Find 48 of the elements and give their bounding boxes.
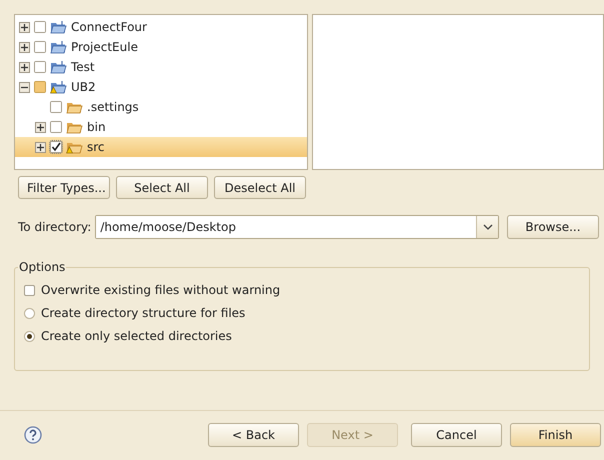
dropdown-button[interactable] (476, 216, 498, 238)
option-label: Create directory structure for files (41, 305, 246, 322)
tree-row[interactable]: ProjectEule (15, 37, 307, 57)
browse-button[interactable]: Browse... (507, 215, 599, 239)
tree-checkbox[interactable] (50, 101, 62, 113)
wizard-button[interactable]: Finish (510, 422, 601, 446)
tree-label: bin (87, 119, 106, 136)
expand-icon[interactable] (19, 62, 30, 72)
tree-row[interactable]: .settings (15, 97, 307, 117)
tree-checkbox[interactable] (34, 21, 46, 33)
expand-icon[interactable] (19, 42, 30, 52)
wizard-button[interactable]: Cancel (411, 422, 502, 446)
selection-button[interactable]: Filter Types... (18, 176, 110, 199)
radio-option[interactable]: Create only selected directories (24, 328, 589, 344)
option-label: Create only selected directories (41, 328, 232, 345)
option-label: Overwrite existing files without warning (41, 282, 280, 299)
tree-checkbox[interactable] (50, 141, 62, 153)
tree-label: Test (71, 59, 95, 76)
collapse-icon[interactable] (19, 82, 30, 92)
wizard-button[interactable]: < Back (208, 422, 299, 446)
radio-button[interactable] (24, 330, 35, 342)
tree-row[interactable]: bin (15, 117, 307, 137)
tree-checkbox[interactable] (50, 121, 62, 133)
checkbox-option[interactable]: Overwrite existing files without warning (24, 282, 589, 298)
expand-icon[interactable] (35, 122, 46, 132)
tree-row[interactable]: ConnectFour (15, 17, 307, 37)
tree-checkbox[interactable] (34, 81, 46, 93)
selection-button[interactable]: Select All (116, 176, 208, 199)
expand-icon[interactable] (19, 22, 30, 32)
radio-option[interactable]: Create directory structure for files (24, 305, 589, 321)
tree-label: UB2 (71, 79, 96, 96)
tree-label: .settings (87, 99, 139, 116)
expand-icon[interactable] (35, 142, 46, 152)
tree-row[interactable]: src (15, 137, 307, 157)
tree-checkbox[interactable] (34, 61, 46, 73)
directory-label: To directory: (18, 219, 92, 236)
tree-row[interactable]: UB2 (15, 77, 307, 97)
tree-label: ConnectFour (71, 19, 147, 36)
checkbox[interactable] (24, 284, 35, 296)
tree-checkbox[interactable] (34, 41, 46, 53)
help-icon[interactable] (24, 426, 42, 444)
chevron-down-icon (482, 224, 492, 230)
selection-button[interactable]: Deselect All (214, 176, 306, 199)
options-title: Options (18, 260, 66, 274)
tree-label: ProjectEule (71, 39, 138, 56)
tree-label: src (87, 139, 105, 156)
radio-button[interactable] (24, 308, 35, 318)
tree-row[interactable]: Test (15, 57, 307, 77)
